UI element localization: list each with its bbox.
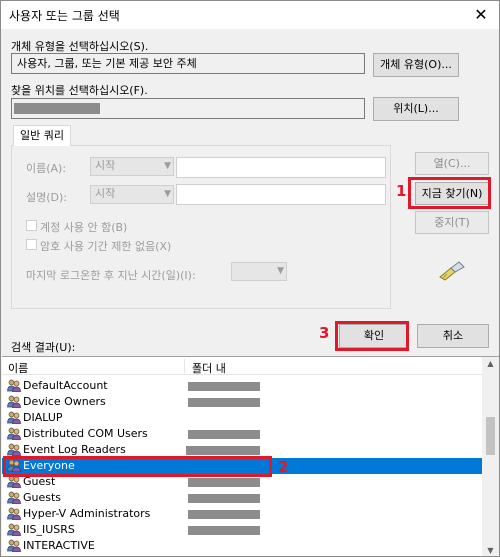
user-group-icon [7,395,21,409]
redacted-folder [188,478,260,487]
no-expire-password-label: 암호 사용 기간 제한 없음(X) [40,240,172,253]
description-input[interactable] [176,184,386,205]
disabled-accounts-checkbox[interactable] [26,220,37,231]
column-header-name[interactable]: 이름 [8,360,28,376]
days-since-login-combo[interactable]: ▼ [231,262,287,281]
annotation-box-2 [3,456,272,477]
result-row[interactable]: IIS_IUSRS [2,522,482,538]
location-field [11,98,365,119]
result-name: Hyper-V Administrators [23,507,151,520]
location-label: 찾을 위치를 선택하십시오(F). [11,84,148,97]
description-mode-value: 시작 [95,187,116,200]
result-row[interactable]: DIALUP [2,410,482,426]
column-header-folder[interactable]: 폴더 내 [192,360,226,376]
locations-button[interactable]: 위치(L)... [373,97,459,121]
object-type-label: 개체 유형을 선택하십시오(S). [11,40,149,53]
close-icon[interactable]: ✕ [469,4,493,26]
result-row[interactable]: INTERACTIVE [2,538,482,554]
annotation-number-2: 2 [278,458,289,476]
vertical-scrollbar[interactable]: ▲ ▼ [482,357,499,556]
result-row[interactable]: Hyper-V Administrators [2,506,482,522]
columns-button[interactable]: 열(C)... [415,152,489,175]
annotation-number-1: 1 [396,182,407,200]
result-name: Distributed COM Users [23,427,148,440]
cancel-button[interactable]: 취소 [417,324,489,348]
name-mode-value: 시작 [95,159,116,172]
stop-button[interactable]: 중지(T) [415,211,489,234]
description-label: 설명(D): [26,191,67,204]
user-group-icon [7,379,21,393]
no-expire-password-checkbox[interactable] [26,239,37,250]
query-panel: 이름(A): 시작 ▼ 설명(D): 시작 ▼ 계정 사용 안 함(B) 암호 … [11,145,391,309]
object-types-button[interactable]: 개체 유형(O)... [373,53,459,77]
result-name: Guests [23,491,62,504]
user-group-icon [7,491,21,505]
name-label: 이름(A): [26,162,67,175]
scroll-down-icon[interactable]: ▼ [482,546,499,555]
results-header: 이름 폴더 내 [2,357,482,375]
result-name: Event Log Readers [23,443,126,456]
user-group-icon [7,507,21,521]
disabled-accounts-label: 계정 사용 안 함(B) [40,221,128,234]
name-mode-combo[interactable]: 시작 ▼ [90,157,174,176]
result-name: Device Owners [23,395,106,408]
user-group-icon [7,411,21,425]
annotation-box-3 [335,321,409,351]
column-divider [184,359,185,373]
chevron-down-icon: ▼ [164,161,171,171]
object-type-field: 사용자, 그룹, 또는 기본 제공 보안 주체 [11,53,365,74]
redacted-folder [188,510,260,519]
redacted-folder [188,526,260,535]
result-name: INTERACTIVE [23,539,95,552]
result-name: DIALUP [23,411,63,424]
window-title: 사용자 또는 그룹 선택 [9,9,120,23]
result-row[interactable]: DefaultAccount [2,378,482,394]
dialog-window: 사용자 또는 그룹 선택 ✕ 개체 유형을 선택하십시오(S). 사용자, 그룹… [0,0,500,557]
user-group-icon [7,427,21,441]
scroll-up-icon[interactable]: ▲ [482,359,499,368]
redacted-folder [188,494,260,503]
result-row[interactable]: Device Owners [2,394,482,410]
result-name: IIS_IUSRS [23,523,75,536]
annotation-box-1 [408,177,491,209]
days-since-login-label: 마지막 로그온한 후 지난 시간(일)(I): [26,269,196,282]
chevron-down-icon: ▼ [277,266,284,276]
redacted-location [14,103,100,114]
redacted-folder [188,382,260,391]
user-group-icon [7,443,21,457]
title-bar: 사용자 또는 그룹 선택 ✕ [1,1,499,29]
result-row[interactable]: Distributed COM Users [2,426,482,442]
chevron-down-icon: ▼ [164,189,171,199]
redacted-folder [188,398,260,407]
redacted-folder [188,430,260,439]
user-group-icon [7,523,21,537]
description-mode-combo[interactable]: 시작 ▼ [90,185,174,204]
scroll-thumb[interactable] [486,417,495,455]
annotation-number-3: 3 [319,324,330,342]
redacted-folder [186,446,260,455]
result-name: DefaultAccount [23,379,108,392]
name-input[interactable] [176,157,386,178]
user-group-icon [7,539,21,553]
result-row[interactable]: Guests [2,490,482,506]
search-results-label: 검색 결과(U): [11,341,76,354]
search-flashlight-icon [439,261,465,281]
tab-common-queries[interactable]: 일반 쿼리 [13,125,71,146]
